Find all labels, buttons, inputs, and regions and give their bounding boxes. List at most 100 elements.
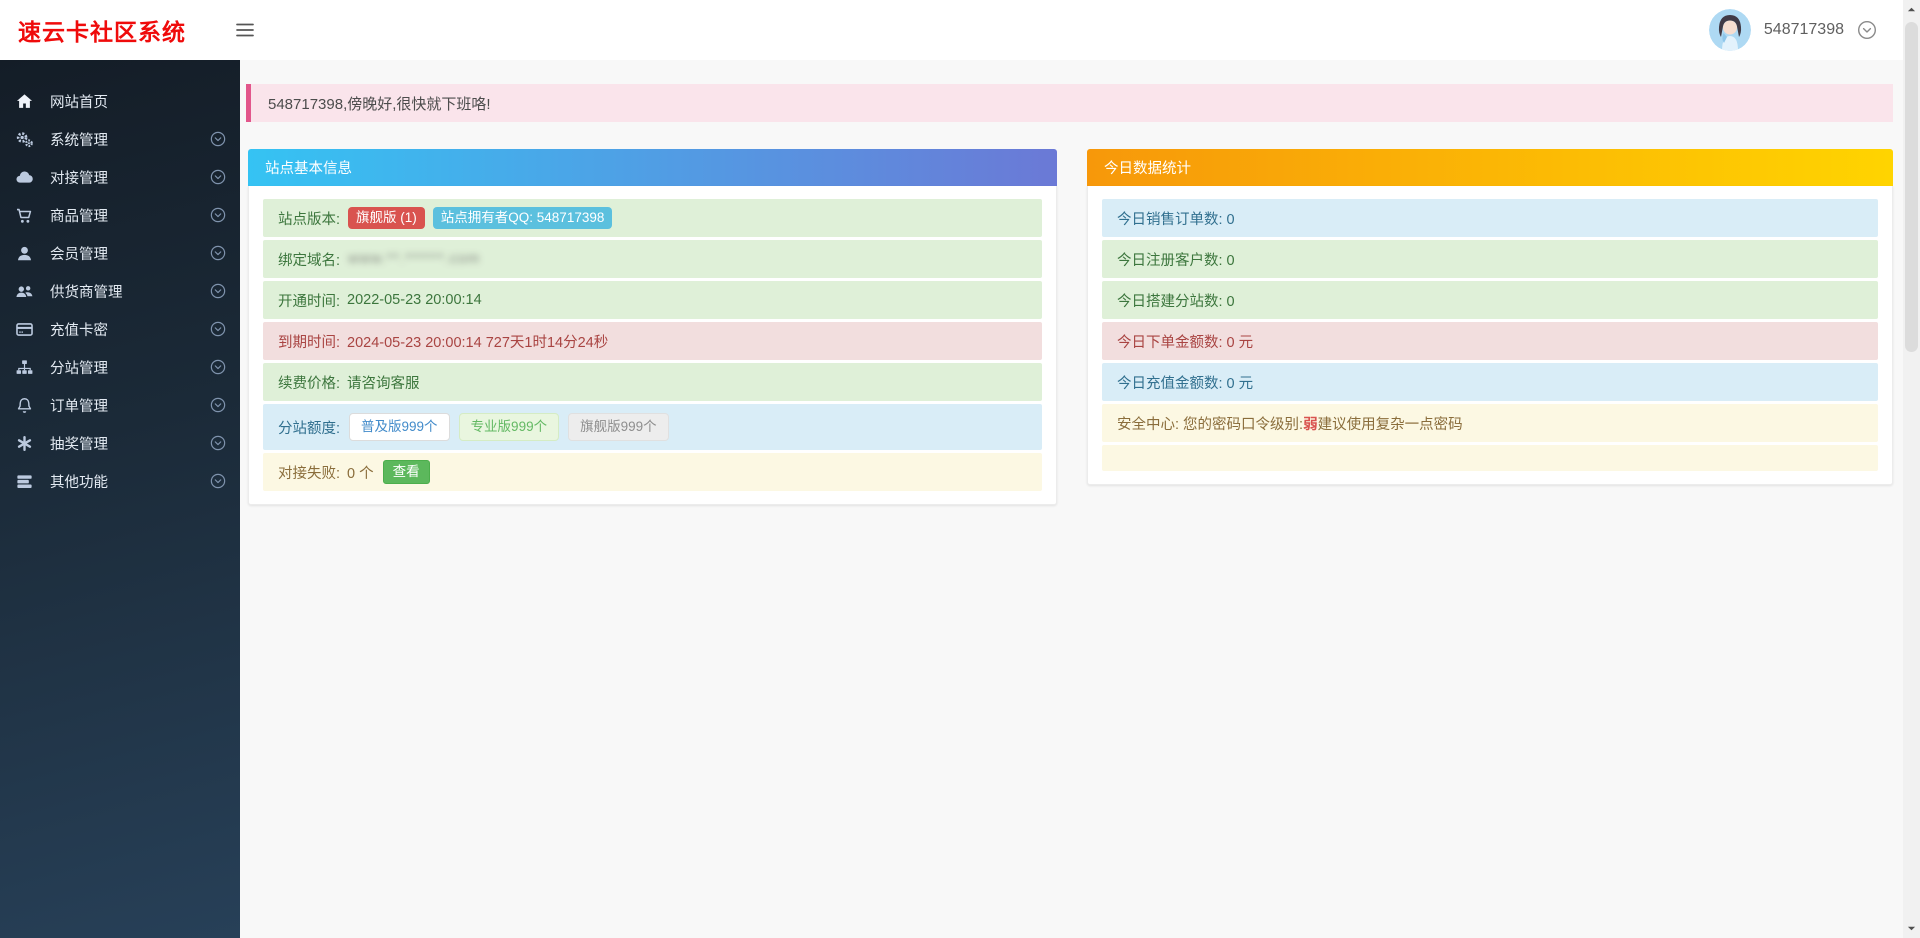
sidebar-item-lottery[interactable]: 抽奖管理 xyxy=(0,424,240,462)
chevron-down-icon[interactable] xyxy=(210,245,226,261)
vertical-scrollbar[interactable] xyxy=(1903,0,1920,938)
chevron-down-icon[interactable] xyxy=(210,473,226,489)
main-content: 548717398,傍晚好,很快就下班咯! 站点基本信息 站点版本: 旗舰版 (… xyxy=(240,60,1903,938)
stats-row-substations-built: 今日搭建分站数: 0 xyxy=(1102,281,1878,319)
cart-icon xyxy=(15,206,39,225)
stats-row-text: 今日注册客户数: 0 xyxy=(1117,249,1235,270)
scrollbar-thumb[interactable] xyxy=(1905,22,1918,352)
site-info-card-title: 站点基本信息 xyxy=(248,149,1057,186)
password-level-weak: 弱 xyxy=(1303,413,1318,434)
docking-failed-value: 0 个 xyxy=(347,462,374,483)
sidebar-item-label: 分站管理 xyxy=(50,357,108,378)
server-icon xyxy=(15,472,39,491)
today-stats-card-title: 今日数据统计 xyxy=(1087,149,1893,186)
bound-domain-value: www.**.******.com xyxy=(348,251,480,267)
scroll-down-icon[interactable] xyxy=(1903,920,1920,937)
user-chevron-down-icon[interactable] xyxy=(1857,20,1877,40)
sidebar-item-other[interactable]: 其他功能 xyxy=(0,462,240,500)
sidebar-item-members[interactable]: 会员管理 xyxy=(0,234,240,272)
welcome-message: 548717398,傍晚好,很快就下班咯! xyxy=(268,93,491,114)
chevron-down-icon[interactable] xyxy=(210,169,226,185)
users-icon xyxy=(15,282,39,301)
expire-time-value: 2024-05-23 20:00:14 727天1时14分24秒 xyxy=(347,331,608,352)
open-time-row: 开通时间: 2022-05-23 20:00:14 xyxy=(263,281,1042,319)
version-badge: 旗舰版 (1) xyxy=(348,207,425,229)
bound-domain-label: 绑定域名: xyxy=(278,249,340,270)
home-icon xyxy=(15,92,39,111)
sidebar-item-label: 其他功能 xyxy=(50,471,108,492)
sidebar-item-docking[interactable]: 对接管理 xyxy=(0,158,240,196)
expire-time-label: 到期时间: xyxy=(278,331,340,352)
cloud-icon xyxy=(15,168,39,187)
scroll-up-icon[interactable] xyxy=(1903,1,1920,18)
open-time-label: 开通时间: xyxy=(278,290,340,311)
sidebar-toggle-button[interactable] xyxy=(234,20,256,40)
security-suffix: 建议使用复杂一点密码 xyxy=(1318,413,1463,434)
sidebar-item-substations[interactable]: 分站管理 xyxy=(0,348,240,386)
welcome-alert: 548717398,傍晚好,很快就下班咯! xyxy=(246,84,1893,122)
docking-failed-label: 对接失败: xyxy=(278,462,340,483)
bell-icon xyxy=(15,396,39,415)
stats-row-recharge-amount: 今日充值金额数: 0 元 xyxy=(1102,363,1878,401)
view-button[interactable]: 查看 xyxy=(383,460,430,484)
sidebar-item-label: 抽奖管理 xyxy=(50,433,108,454)
sidebar-item-home[interactable]: 网站首页 xyxy=(0,82,240,120)
user-icon xyxy=(15,244,39,263)
credit-card-icon xyxy=(15,320,39,339)
substation-quota-row: 分站额度: 普及版999个 专业版999个 旗舰版999个 xyxy=(263,404,1042,450)
renew-price-label: 续费价格: xyxy=(278,372,340,393)
chevron-down-icon[interactable] xyxy=(210,397,226,413)
username-label: 548717398 xyxy=(1764,21,1844,39)
sidebar-item-label: 供货商管理 xyxy=(50,281,123,302)
stats-row-sales-orders: 今日销售订单数: 0 xyxy=(1102,199,1878,237)
quota-flagship-button[interactable]: 旗舰版999个 xyxy=(568,413,669,441)
sidebar-item-label: 会员管理 xyxy=(50,243,108,264)
sidebar-item-orders[interactable]: 订单管理 xyxy=(0,386,240,424)
sidebar-item-label: 网站首页 xyxy=(50,91,108,112)
quota-pro-button[interactable]: 专业版999个 xyxy=(459,413,560,441)
stats-row-registered-customers: 今日注册客户数: 0 xyxy=(1102,240,1878,278)
site-version-label: 站点版本: xyxy=(278,208,340,229)
topbar: 速云卡社区系统 548717398 xyxy=(0,0,1903,60)
sidebar-item-label: 订单管理 xyxy=(50,395,108,416)
user-menu[interactable]: 548717398 xyxy=(1709,0,1877,60)
sidebar-item-label: 系统管理 xyxy=(50,129,108,150)
open-time-value: 2022-05-23 20:00:14 xyxy=(347,292,482,308)
sidebar-item-label: 对接管理 xyxy=(50,167,108,188)
dashboard-page: 速云卡社区系统 548717398 xyxy=(0,0,1920,938)
docking-failed-row: 对接失败: 0 个 查看 xyxy=(263,453,1042,491)
app-logo: 速云卡社区系统 xyxy=(18,0,186,60)
stats-row-text: 今日充值金额数: 0 元 xyxy=(1117,372,1253,393)
today-stats-card: 今日数据统计 今日销售订单数: 0 今日注册客户数: 0 今日搭建分站数: 0 … xyxy=(1087,149,1893,485)
security-prefix: 安全中心: 您的密码口令级别: xyxy=(1117,413,1303,434)
renew-price-value: 请咨询客服 xyxy=(347,372,420,393)
chevron-down-icon[interactable] xyxy=(210,283,226,299)
hamburger-icon xyxy=(235,22,255,38)
sidebar-item-label: 充值卡密 xyxy=(50,319,108,340)
substation-quota-label: 分站额度: xyxy=(278,417,340,438)
stats-row-text: 今日销售订单数: 0 xyxy=(1117,208,1235,229)
gears-icon xyxy=(15,130,39,149)
chevron-down-icon[interactable] xyxy=(210,131,226,147)
stats-row-empty xyxy=(1102,445,1878,471)
chevron-down-icon[interactable] xyxy=(210,321,226,337)
sidebar-item-suppliers[interactable]: 供货商管理 xyxy=(0,272,240,310)
chevron-down-icon[interactable] xyxy=(210,207,226,223)
sidebar-item-label: 商品管理 xyxy=(50,205,108,226)
expire-time-row: 到期时间: 2024-05-23 20:00:14 727天1时14分24秒 xyxy=(263,322,1042,360)
chevron-down-icon[interactable] xyxy=(210,359,226,375)
sidebar-item-cards[interactable]: 充值卡密 xyxy=(0,310,240,348)
stats-row-text: 今日搭建分站数: 0 xyxy=(1117,290,1235,311)
site-info-card: 站点基本信息 站点版本: 旗舰版 (1) 站点拥有者QQ: 548717398 … xyxy=(248,149,1057,505)
sidebar-item-system[interactable]: 系统管理 xyxy=(0,120,240,158)
security-center-row: 安全中心: 您的密码口令级别:弱 建议使用复杂一点密码 xyxy=(1102,404,1878,442)
quota-basic-button[interactable]: 普及版999个 xyxy=(349,413,450,441)
bound-domain-row: 绑定域名: www.**.******.com xyxy=(263,240,1042,278)
stats-row-text: 今日下单金额数: 0 元 xyxy=(1117,331,1253,352)
sidebar-item-products[interactable]: 商品管理 xyxy=(0,196,240,234)
chevron-down-icon[interactable] xyxy=(210,435,226,451)
stats-row-order-amount: 今日下单金额数: 0 元 xyxy=(1102,322,1878,360)
owner-qq-badge: 站点拥有者QQ: 548717398 xyxy=(433,207,613,229)
asterisk-icon xyxy=(15,434,39,453)
sitemap-icon xyxy=(15,358,39,377)
